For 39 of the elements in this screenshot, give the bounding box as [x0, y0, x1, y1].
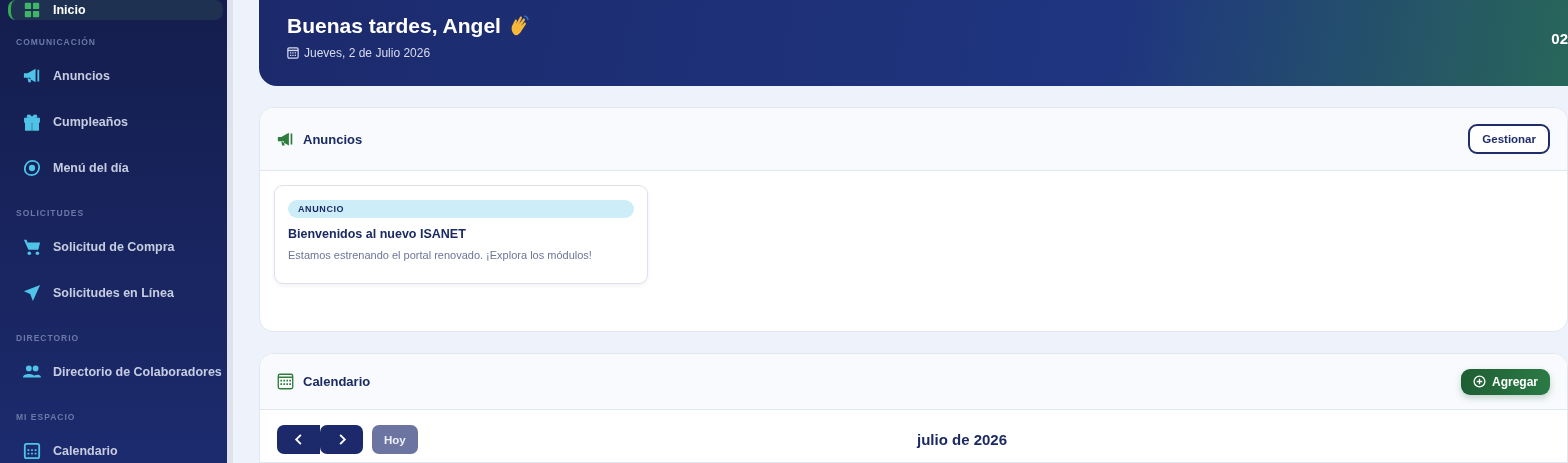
section-label: DIRECTORIO: [16, 332, 81, 344]
fried-egg-icon: [23, 159, 41, 177]
announcement-title: Bienvenidos al nuevo ISANET: [288, 227, 467, 241]
card-title: Anuncios: [303, 131, 363, 147]
section-label: COMUNICACIÓN: [16, 36, 97, 48]
sidebar-item[interactable]: Solicitud de Compra: [8, 224, 223, 270]
sidebar-item[interactable]: Calendario: [8, 428, 223, 463]
sidebar-item[interactable]: Cumpleaños: [8, 99, 223, 145]
megaphone-icon: [277, 130, 294, 148]
greeting-title: Buenas tardes, Angel: [287, 14, 501, 38]
date-text: Jueves, 2 de Julio 2026: [304, 46, 431, 60]
calendar-icon: [277, 373, 294, 390]
calendar-icon: [23, 442, 41, 460]
grid-icon: [23, 1, 41, 19]
add-circle-icon: [1473, 375, 1486, 388]
card-title: Calendario: [303, 374, 371, 389]
sidebar-item[interactable]: Menú del día: [8, 145, 223, 191]
manage-button[interactable]: Gestionar: [1468, 124, 1550, 154]
sidebar-item[interactable]: Anuncios: [8, 53, 223, 99]
gift-icon: [23, 113, 41, 131]
add-button[interactable]: Agregar: [1461, 368, 1550, 395]
header-number: 02: [1551, 30, 1568, 47]
chevron-left-icon: [293, 433, 304, 446]
paper-plane-icon: [23, 284, 41, 302]
previous-button[interactable]: [277, 425, 320, 454]
section-label: MI ESPACIO: [16, 411, 77, 423]
chevron-right-icon: [336, 433, 347, 446]
announcement-tag: ANUNCIO: [288, 200, 634, 218]
cart-icon: [23, 238, 41, 256]
megaphone-icon: [23, 67, 41, 85]
announcement-card[interactable]: ANUNCIO Bienvenidos al nuevo ISANET Estamos estrenando el portal renovado. ¡Explora los módulos!: [274, 185, 648, 284]
sidebar-item[interactable]: Inicio: [8, 0, 223, 20]
announcement-text: Estamos estrenando el portal renovado. ¡Explora los módulos!: [288, 249, 593, 261]
month-title: julio de 2026: [917, 431, 1008, 448]
section-label: SOLICITUDES: [16, 207, 86, 219]
sidebar-item[interactable]: Directorio de Colaboradores: [8, 349, 223, 395]
sidebar-item[interactable]: Solicitudes en Línea: [8, 270, 223, 316]
calendar-icon: [287, 47, 299, 59]
next-button[interactable]: [320, 425, 363, 454]
